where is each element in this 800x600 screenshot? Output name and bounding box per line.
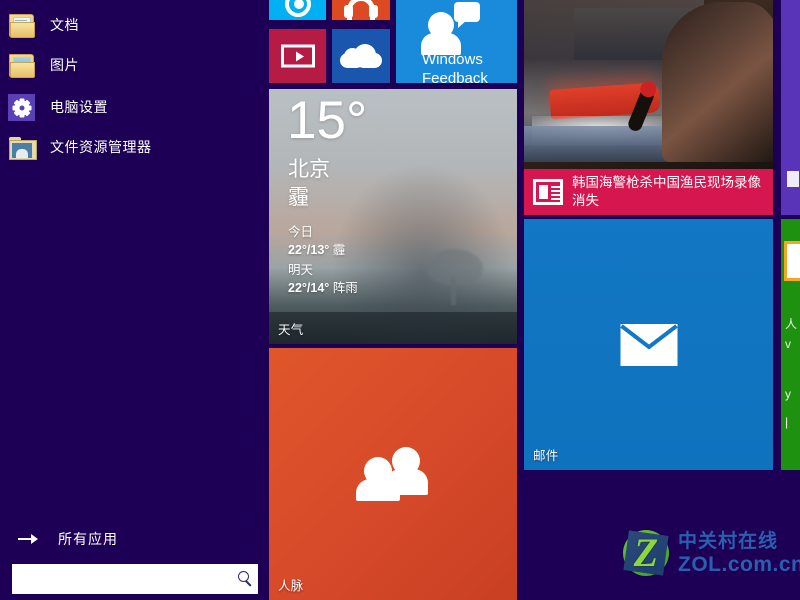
partial-text: v xyxy=(785,337,791,351)
partial-text: | xyxy=(785,415,789,429)
tile-onedrive[interactable] xyxy=(332,29,390,83)
zol-logo-icon: Z xyxy=(620,527,672,579)
weather-today-condition: 霾 xyxy=(332,243,346,258)
sidebar-item-pc-settings[interactable]: 电脑设置 xyxy=(8,90,258,124)
headphones-icon xyxy=(344,0,378,20)
onedrive-cloud-icon xyxy=(340,44,382,68)
partial-glyph-icon xyxy=(784,241,800,281)
weather-tomorrow: 明天 22°/14° 阵雨 xyxy=(288,261,358,297)
news-headline: 韩国海警枪杀中国渔民现场录像消失 xyxy=(572,175,761,208)
tile-windows-feedback[interactable]: Windows Feedback xyxy=(396,0,517,83)
tile-partial-purple[interactable] xyxy=(781,0,800,215)
people-tile-label: 人脉 xyxy=(278,579,304,593)
news-article-icon xyxy=(533,179,563,205)
partial-text: 人 xyxy=(785,317,798,331)
tree-silhouette xyxy=(421,249,487,307)
all-apps-label: 所有应用 xyxy=(58,531,118,547)
mail-tile-label: 邮件 xyxy=(533,449,559,463)
watermark-en-text: ZOL.com.cn xyxy=(678,552,800,576)
folder-pictures-icon xyxy=(8,51,36,79)
video-play-icon xyxy=(280,44,315,68)
news-headline-strip: 韩国海警枪杀中国渔民现场录像消失 xyxy=(524,169,773,215)
person-speech-bubble-icon xyxy=(420,2,482,55)
search-input[interactable] xyxy=(19,565,234,593)
weather-condition: 霾 xyxy=(288,186,309,209)
arrow-right-icon xyxy=(18,531,40,547)
weather-tomorrow-condition: 阵雨 xyxy=(332,281,358,296)
feedback-label-line2: Feedback xyxy=(422,70,488,83)
tile-video[interactable] xyxy=(269,29,326,83)
watermark-cn-text: 中关村在线 xyxy=(678,530,779,552)
weather-label-strip xyxy=(269,312,517,344)
tile-news[interactable]: 韩国海警枪杀中国渔民现场录像消失 xyxy=(524,0,773,215)
start-screen: 文档 图片 电脑设置 文件资源管理器 所有应用 Windows Feedback… xyxy=(0,0,800,600)
folder-documents-icon xyxy=(8,11,36,39)
weather-today-range: 22°/13° xyxy=(288,243,330,258)
tile-weather[interactable]: 15° 北京 霾 今日 22°/13° 霾 明天 22°/14° 阵雨 天气 xyxy=(269,89,517,344)
people-icon xyxy=(356,447,430,501)
search-box[interactable] xyxy=(12,564,258,594)
search-icon[interactable] xyxy=(234,568,258,590)
weather-today-label: 今日 xyxy=(288,225,314,239)
partial-text: y xyxy=(785,387,791,401)
news-photo-person xyxy=(662,2,773,162)
tile-partial-green[interactable]: 人 v y | xyxy=(781,219,800,470)
gear-settings-icon xyxy=(8,93,36,121)
sidebar-item-label: 文件资源管理器 xyxy=(50,139,152,155)
tile-people[interactable]: 人脉 xyxy=(269,348,517,600)
file-explorer-icon xyxy=(8,133,37,161)
envelope-icon xyxy=(620,323,677,366)
all-apps-button[interactable]: 所有应用 xyxy=(18,528,118,550)
sidebar-item-file-explorer[interactable]: 文件资源管理器 xyxy=(8,130,258,164)
tile-camera[interactable] xyxy=(269,0,326,20)
sidebar-item-label: 电脑设置 xyxy=(50,99,108,115)
weather-temperature: 15° xyxy=(287,91,368,150)
weather-city: 北京 xyxy=(288,158,330,181)
sidebar-item-label: 图片 xyxy=(50,57,79,73)
tile-music[interactable] xyxy=(332,0,390,20)
weather-tomorrow-range: 22°/14° xyxy=(288,281,330,296)
weather-tile-label: 天气 xyxy=(278,323,304,337)
sidebar-item-label: 文档 xyxy=(50,17,79,33)
feedback-label-line1: Windows xyxy=(422,51,483,68)
zol-logo-letter: Z xyxy=(633,530,659,575)
camera-icon xyxy=(284,0,311,17)
tile-mail[interactable]: 邮件 xyxy=(524,219,773,470)
weather-today: 今日 22°/13° 霾 xyxy=(288,223,345,259)
sidebar-item-pictures[interactable]: 图片 xyxy=(8,48,258,82)
weather-tomorrow-label: 明天 xyxy=(288,263,314,277)
zol-watermark: Z 中关村在线 ZOL.com.cn xyxy=(620,525,800,581)
sidebar-item-documents[interactable]: 文档 xyxy=(8,8,258,42)
pinned-shortcuts-sidebar: 文档 图片 电脑设置 文件资源管理器 xyxy=(0,0,268,600)
partial-glyph-icon xyxy=(787,171,799,187)
